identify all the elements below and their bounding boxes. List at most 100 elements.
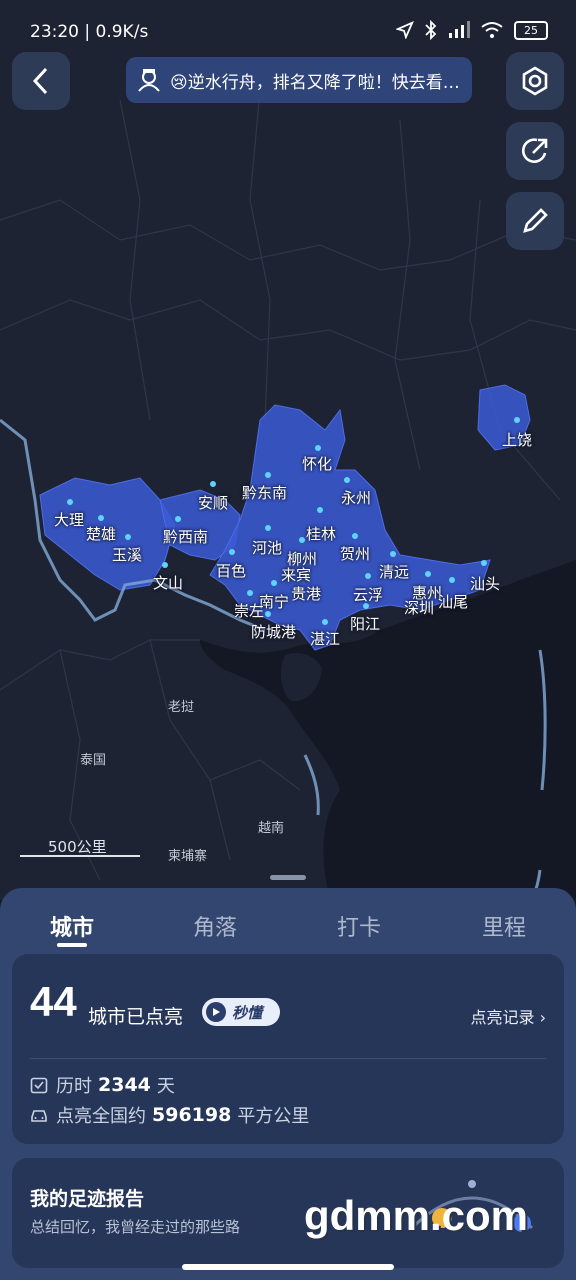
avatar-icon <box>138 69 160 92</box>
days-row: 历时 2344 天 <box>30 1072 175 1098</box>
city-point[interactable] <box>98 515 104 521</box>
city-point[interactable] <box>352 533 358 539</box>
city-point[interactable] <box>162 562 168 568</box>
rank-ticker[interactable]: 😢逆水行舟，排名又降了啦！快去看… <box>126 57 472 103</box>
city-point[interactable] <box>175 516 181 522</box>
report-title: 我的足迹报告 <box>30 1188 145 1210</box>
city-point[interactable] <box>344 477 350 483</box>
drag-handle[interactable] <box>270 875 306 880</box>
city-label[interactable]: 崇左 <box>234 600 264 621</box>
battery-icon: 25 <box>514 20 548 40</box>
status-time: 23:20 | 0.9K/s <box>30 22 149 42</box>
city-label[interactable]: 贵港 <box>291 583 321 604</box>
tab-bar: 城市 角落 打卡 里程 <box>0 888 576 952</box>
location-icon <box>396 21 414 39</box>
chevron-left-icon <box>32 67 48 95</box>
ticker-text: 😢逆水行舟，排名又降了啦！快去看… <box>170 72 460 93</box>
city-point[interactable] <box>265 472 271 478</box>
city-point[interactable] <box>247 590 253 596</box>
city-point[interactable] <box>210 481 216 487</box>
days-value: 2344 <box>98 1074 151 1096</box>
explain-label: 秒懂 <box>232 1003 263 1022</box>
back-button[interactable] <box>12 52 70 110</box>
watermark: gdmm.com <box>304 1192 529 1239</box>
settings-button[interactable] <box>506 52 564 110</box>
city-label[interactable]: 汕头 <box>470 573 500 594</box>
city-label[interactable]: 上饶 <box>502 429 532 450</box>
city-label[interactable]: 楚雄 <box>86 523 116 544</box>
share-icon <box>521 138 548 163</box>
bluetooth-icon <box>425 20 437 40</box>
city-label[interactable]: 黔西南 <box>163 526 208 547</box>
city-label[interactable]: 深圳 <box>404 597 434 618</box>
calendar-check-icon <box>30 1077 48 1094</box>
area-unit: 平方公里 <box>237 1106 310 1127</box>
city-label[interactable]: 百色 <box>216 560 246 581</box>
tab-checkin[interactable]: 打卡 <box>337 910 381 942</box>
city-count-label: 城市已点亮 <box>88 1006 184 1028</box>
city-label[interactable]: 安顺 <box>198 492 228 513</box>
home-indicator[interactable] <box>182 1264 394 1270</box>
city-point[interactable] <box>125 534 131 540</box>
city-point[interactable] <box>365 573 371 579</box>
city-label[interactable]: 桂林 <box>306 523 336 544</box>
status-icons: 25 <box>396 20 548 40</box>
city-label[interactable]: 阳江 <box>350 613 380 634</box>
city-point[interactable] <box>265 525 271 531</box>
city-point[interactable] <box>299 537 305 543</box>
city-point[interactable] <box>315 445 321 451</box>
area-value: 596198 <box>152 1104 232 1126</box>
gear-icon <box>522 66 548 96</box>
edit-button[interactable] <box>506 192 564 250</box>
days-unit: 天 <box>156 1076 175 1097</box>
pencil-icon <box>523 208 548 233</box>
summary-card: 44 城市已点亮 秒懂 点亮记录 › 历时 2344 天 点亮全国约 59619… <box>12 954 564 1144</box>
city-label[interactable]: 云浮 <box>353 584 383 605</box>
city-label[interactable]: 贺州 <box>340 543 370 564</box>
report-subtitle: 总结回忆，我曾经走过的那些路 <box>30 1218 241 1236</box>
city-label[interactable]: 来宾 <box>281 564 311 585</box>
city-point[interactable] <box>514 417 520 423</box>
city-point[interactable] <box>271 580 277 586</box>
city-label[interactable]: 永州 <box>341 487 371 508</box>
lit-record-label: 点亮记录 <box>470 1008 535 1027</box>
city-point[interactable] <box>67 499 73 505</box>
city-label[interactable]: 文山 <box>153 572 183 593</box>
car-icon <box>31 1110 47 1122</box>
city-count: 44 <box>30 978 77 1025</box>
city-label[interactable]: 黔东南 <box>242 482 287 503</box>
share-button[interactable] <box>506 122 564 180</box>
lit-record-link[interactable]: 点亮记录 › <box>470 1004 546 1028</box>
city-label[interactable]: 河池 <box>252 537 282 558</box>
country-label: 泰国 <box>80 753 107 768</box>
city-point[interactable] <box>390 551 396 557</box>
explain-button[interactable]: 秒懂 <box>202 998 280 1026</box>
city-point[interactable] <box>322 619 328 625</box>
city-label[interactable]: 湛江 <box>310 628 340 649</box>
country-label: 越南 <box>258 821 285 836</box>
signal-icon <box>449 21 470 38</box>
city-point[interactable] <box>317 507 323 513</box>
chevron-right-icon: › <box>539 1008 546 1027</box>
city-label[interactable]: 汕尾 <box>438 591 468 612</box>
city-label[interactable]: 怀化 <box>302 453 332 474</box>
area-row: 点亮全国约 596198 平方公里 <box>30 1102 309 1128</box>
city-label[interactable]: 玉溪 <box>112 544 142 565</box>
tab-corner[interactable]: 角落 <box>193 910 237 942</box>
city-point[interactable] <box>449 577 455 583</box>
scale-label: 500公里 <box>48 838 107 856</box>
tab-city[interactable]: 城市 <box>50 910 94 942</box>
active-tab-indicator <box>57 943 87 947</box>
wifi-icon <box>481 22 503 38</box>
city-label[interactable]: 大理 <box>54 509 84 530</box>
city-label[interactable]: 防城港 <box>251 621 296 642</box>
city-point[interactable] <box>481 560 487 566</box>
city-label[interactable]: 清远 <box>379 561 409 582</box>
status-bar: 23:20 | 0.9K/s 25 <box>0 18 576 52</box>
area-prefix: 点亮全国约 <box>56 1106 146 1127</box>
city-point[interactable] <box>229 549 235 555</box>
scale-bar <box>20 855 140 857</box>
tab-mileage[interactable]: 里程 <box>482 910 526 942</box>
city-point[interactable] <box>425 571 431 577</box>
divider <box>30 1058 546 1059</box>
